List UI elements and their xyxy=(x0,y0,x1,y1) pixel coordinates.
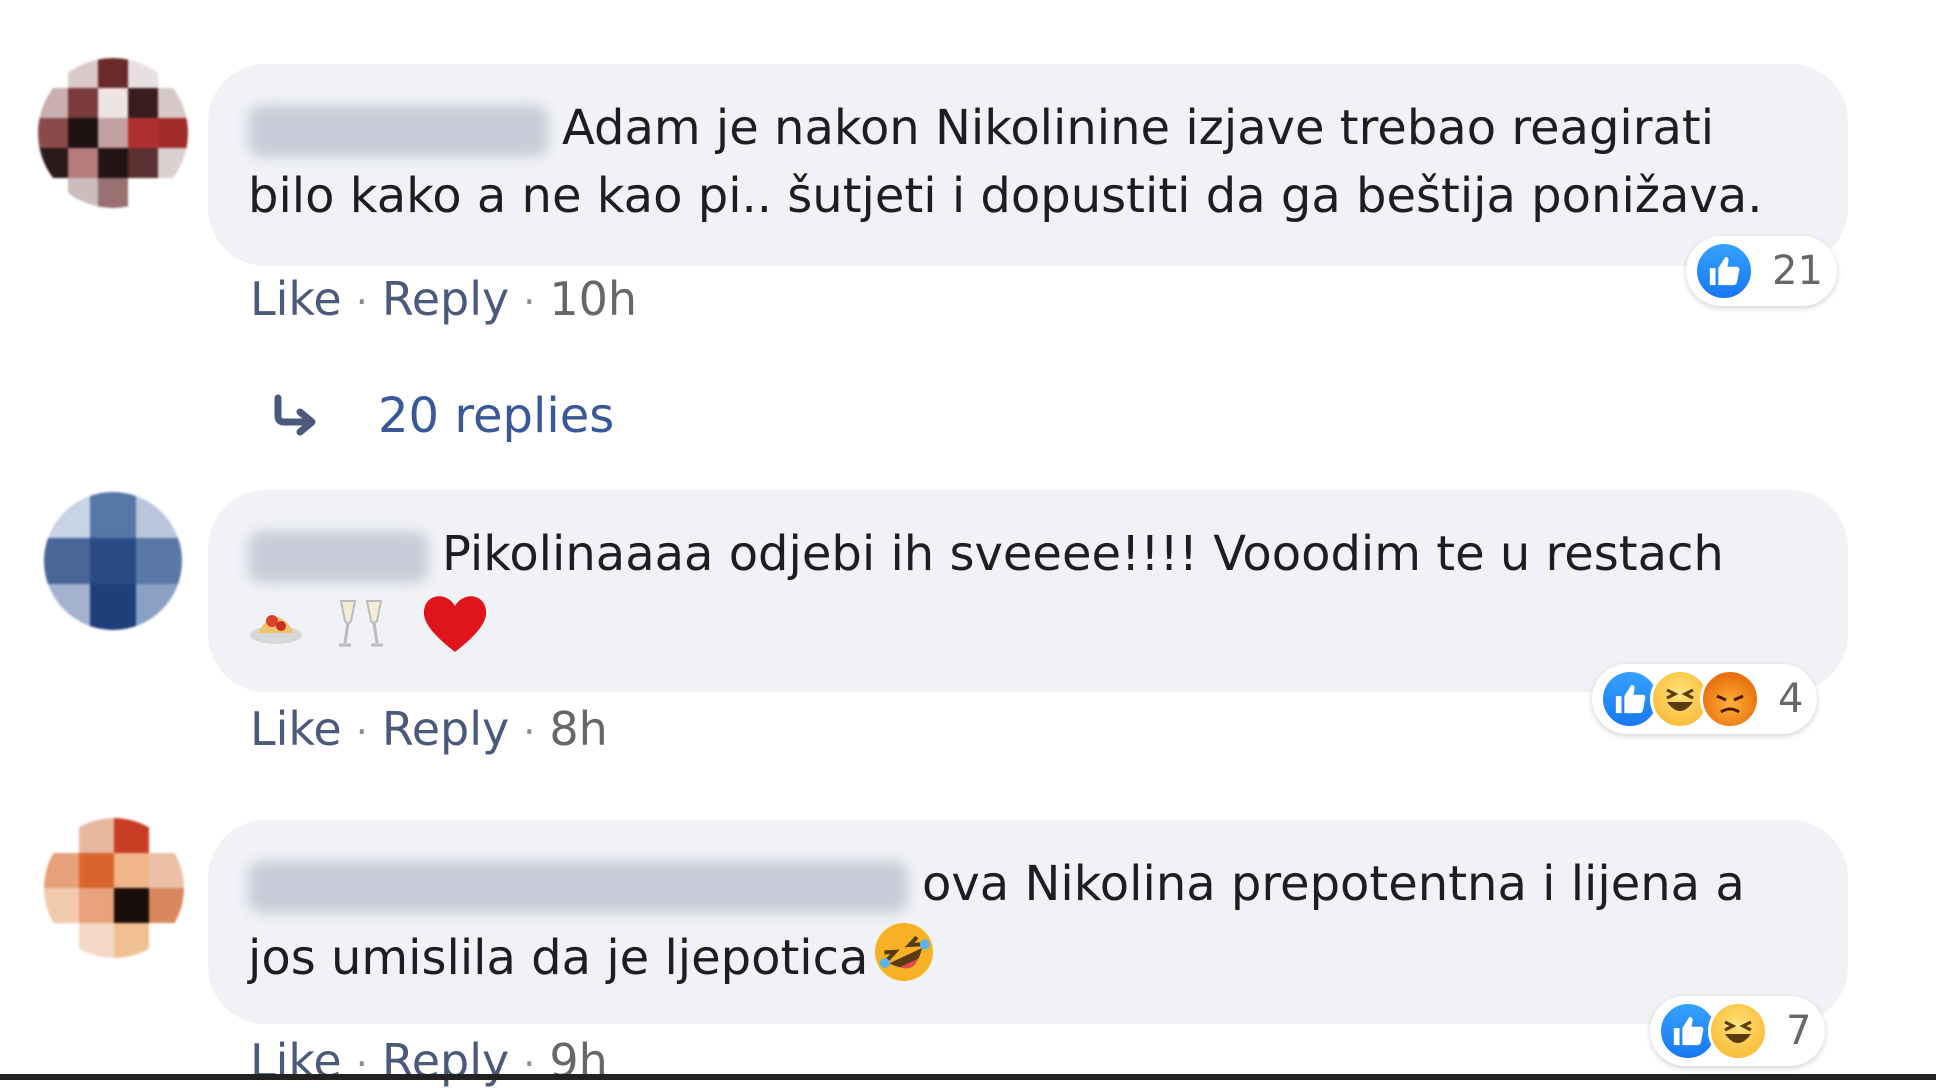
reply-link[interactable]: Reply xyxy=(382,272,509,326)
comment-text-line-2 xyxy=(248,590,503,674)
like-link[interactable]: Like xyxy=(250,702,342,756)
view-replies[interactable]: 20 replies xyxy=(270,388,614,444)
separator-dot: · xyxy=(523,280,536,324)
comment-text-line-2: jos umislila da je ljepotica xyxy=(248,920,948,1002)
timestamp[interactable]: 8h xyxy=(549,702,607,756)
author-name[interactable] xyxy=(248,531,428,583)
red-heart-emoji xyxy=(419,590,491,674)
reaction-count: 7 xyxy=(1786,1008,1812,1054)
reply-link[interactable]: Reply xyxy=(382,702,509,756)
reply-arrow-icon xyxy=(270,392,322,440)
bottom-border xyxy=(0,1074,1936,1080)
author-name[interactable] xyxy=(248,105,548,157)
comment-text-line-1: Adam je nakon Nikolinine izjave trebao r… xyxy=(248,94,1714,162)
haha-icon xyxy=(1708,1001,1768,1061)
comment-actions: Like · Reply · 10h xyxy=(250,272,637,326)
reaction-count: 4 xyxy=(1778,676,1804,722)
comment-bubble: Pikolinaaaa odjebi ih sveeee!!!! Vooodim… xyxy=(208,490,1848,692)
angry-icon xyxy=(1700,669,1760,729)
rofl-emoji xyxy=(872,920,936,1002)
avatar[interactable] xyxy=(38,58,188,208)
avatar[interactable] xyxy=(44,492,182,630)
reaction-summary[interactable]: 7 xyxy=(1650,996,1826,1066)
separator-dot: · xyxy=(355,710,368,754)
reaction-summary[interactable]: 4 xyxy=(1592,664,1818,734)
comment-text-line-1: Pikolinaaaa odjebi ih sveeee!!!! Vooodim… xyxy=(248,520,1724,588)
replies-count-link[interactable]: 20 replies xyxy=(378,388,614,444)
comment-bubble: Adam je nakon Nikolinine izjave trebao r… xyxy=(208,64,1848,266)
champagne-glasses-emoji xyxy=(331,593,391,671)
separator-dot: · xyxy=(523,710,536,754)
spaghetti-emoji xyxy=(248,595,304,669)
author-name[interactable] xyxy=(248,861,908,913)
avatar[interactable] xyxy=(44,818,184,958)
like-link[interactable]: Like xyxy=(250,272,342,326)
reaction-summary[interactable]: 21 xyxy=(1686,236,1837,306)
separator-dot: · xyxy=(355,280,368,324)
comment-actions: Like · Reply · 8h xyxy=(250,702,608,756)
reaction-count: 21 xyxy=(1772,248,1823,294)
comment-text-line-1: ova Nikolina prepotentna i lijena a xyxy=(248,850,1745,918)
like-icon xyxy=(1694,241,1754,301)
comment-text-line-2: bilo kako a ne kao pi.. šutjeti i dopust… xyxy=(248,168,1763,224)
timestamp[interactable]: 10h xyxy=(549,272,637,326)
comment-bubble: ova Nikolina prepotentna i lijena a jos … xyxy=(208,820,1848,1024)
